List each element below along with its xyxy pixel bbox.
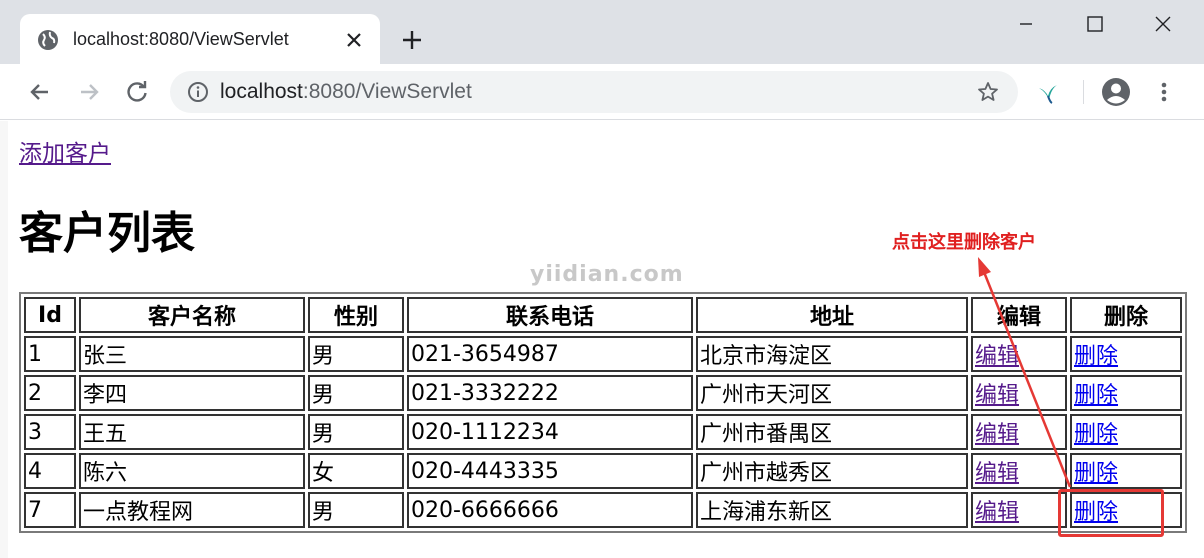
back-icon[interactable] [26, 78, 54, 106]
address-bar[interactable]: localhost:8080/ViewServlet [170, 71, 1018, 113]
url-path: :8080/ViewServlet [302, 80, 472, 103]
cell-name: 张三 [79, 336, 305, 372]
edit-link[interactable]: 编辑 [975, 344, 1019, 369]
close-icon[interactable] [342, 28, 366, 52]
cell-address: 广州市天河区 [696, 375, 968, 411]
reload-icon[interactable] [123, 78, 151, 106]
cell-name: 李四 [79, 375, 305, 411]
table-row: 2 李四 男 021-3332222 广州市天河区 编辑 删除 [24, 375, 1182, 411]
cell-edit: 编辑 [971, 336, 1067, 372]
header-gender: 性别 [308, 297, 404, 333]
window-close-icon[interactable] [1149, 10, 1177, 38]
cell-gender: 男 [308, 414, 404, 450]
url-host: localhost [220, 80, 303, 103]
add-customer-link[interactable]: 添加客户 [19, 134, 111, 168]
cell-id: 4 [24, 453, 76, 489]
cell-address: 广州市越秀区 [696, 453, 968, 489]
delete-link[interactable]: 删除 [1074, 461, 1118, 486]
cell-delete: 删除 [1070, 336, 1182, 372]
maximize-icon[interactable] [1080, 10, 1108, 38]
cell-phone: 020-4443335 [407, 453, 693, 489]
delete-link[interactable]: 删除 [1074, 422, 1118, 447]
cell-phone: 021-3654987 [407, 336, 693, 372]
cell-id: 2 [24, 375, 76, 411]
table-row: 3 王五 男 020-1112234 广州市番禺区 编辑 删除 [24, 414, 1182, 450]
toolbar-divider [1083, 80, 1084, 104]
cell-edit: 编辑 [971, 453, 1067, 489]
profile-icon[interactable] [1100, 76, 1132, 108]
table-header-row: Id 客户名称 性别 联系电话 地址 编辑 删除 [24, 297, 1182, 333]
delete-link[interactable]: 删除 [1074, 344, 1118, 369]
header-delete: 删除 [1070, 297, 1182, 333]
table-row: 1 张三 男 021-3654987 北京市海淀区 编辑 删除 [24, 336, 1182, 372]
highlight-box [1058, 489, 1164, 537]
cell-id: 3 [24, 414, 76, 450]
delete-link[interactable]: 删除 [1074, 383, 1118, 408]
cell-name: 王五 [79, 414, 305, 450]
page-title: 客户列表 [19, 208, 195, 259]
minimize-icon[interactable] [1012, 10, 1040, 38]
cell-address: 北京市海淀区 [696, 336, 968, 372]
cell-edit: 编辑 [971, 492, 1067, 528]
customer-table: Id 客户名称 性别 联系电话 地址 编辑 删除 1 张三 男 021-3654… [19, 292, 1187, 533]
info-icon[interactable] [186, 80, 210, 108]
header-phone: 联系电话 [407, 297, 693, 333]
cell-id: 7 [24, 492, 76, 528]
table-row: 7 一点教程网 男 020-6666666 上海浦东新区 编辑 删除 [24, 492, 1182, 528]
page-content: 添加客户 客户列表 yiidian.com Id 客户名称 性别 联系电话 地址… [0, 121, 1204, 558]
browser-tab[interactable]: localhost:8080/ViewServlet [20, 14, 380, 66]
star-icon[interactable] [976, 80, 1000, 108]
cell-name: 陈六 [79, 453, 305, 489]
browser-chrome: localhost:8080/ViewServlet localhost:808… [0, 0, 1204, 120]
watermark: yiidian.com [530, 262, 684, 287]
extension-icon[interactable] [1034, 78, 1062, 106]
cell-gender: 男 [308, 375, 404, 411]
header-id: Id [24, 297, 76, 333]
menu-icon[interactable] [1152, 78, 1176, 106]
cell-name: 一点教程网 [79, 492, 305, 528]
cell-address: 上海浦东新区 [696, 492, 968, 528]
cell-gender: 男 [308, 336, 404, 372]
edit-link[interactable]: 编辑 [975, 461, 1019, 486]
edit-link[interactable]: 编辑 [975, 500, 1019, 525]
header-edit: 编辑 [971, 297, 1067, 333]
edit-link[interactable]: 编辑 [975, 383, 1019, 408]
cell-gender: 女 [308, 453, 404, 489]
table-row: 4 陈六 女 020-4443335 广州市越秀区 编辑 删除 [24, 453, 1182, 489]
cell-phone: 020-1112234 [407, 414, 693, 450]
cell-delete: 删除 [1070, 453, 1182, 489]
cell-delete: 删除 [1070, 414, 1182, 450]
annotation-text: 点击这里删除客户 [892, 232, 1036, 253]
header-address: 地址 [696, 297, 968, 333]
cell-edit: 编辑 [971, 414, 1067, 450]
plus-icon[interactable] [398, 26, 426, 54]
cell-delete: 删除 [1070, 375, 1182, 411]
cell-phone: 021-3332222 [407, 375, 693, 411]
cell-gender: 男 [308, 492, 404, 528]
left-edge [0, 121, 8, 558]
toolbar: localhost:8080/ViewServlet [0, 64, 1204, 120]
cell-edit: 编辑 [971, 375, 1067, 411]
url-text: localhost:8080/ViewServlet [220, 80, 472, 104]
forward-icon[interactable] [75, 78, 103, 106]
header-name: 客户名称 [79, 297, 305, 333]
edit-link[interactable]: 编辑 [975, 422, 1019, 447]
cell-address: 广州市番禺区 [696, 414, 968, 450]
cell-id: 1 [24, 336, 76, 372]
tab-title: localhost:8080/ViewServlet [73, 29, 289, 49]
globe-icon [36, 28, 60, 56]
cell-phone: 020-6666666 [407, 492, 693, 528]
